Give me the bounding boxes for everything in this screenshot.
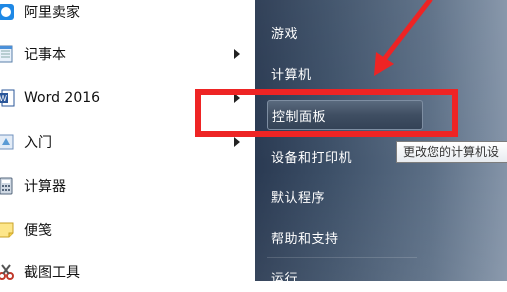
program-item-snipping-tool[interactable]: 截图工具 <box>0 254 250 290</box>
system-item-default-programs[interactable]: 默认程序 <box>271 181 431 211</box>
menu-divider <box>267 92 417 93</box>
system-item-games[interactable]: 游戏 <box>271 17 431 47</box>
program-label: 入门 <box>24 135 52 151</box>
system-item-run[interactable]: 运行 <box>271 262 431 292</box>
system-item-label: 游戏 <box>271 26 299 42</box>
notepad-icon <box>0 44 16 64</box>
program-label: 截图工具 <box>24 265 80 281</box>
program-label: 阿里卖家 <box>24 5 80 21</box>
getting-started-icon <box>0 132 16 152</box>
programs-pane: 阿里卖家 记事本 W Word 2016 入门 计算器 便笺 截图工具 <box>0 0 255 281</box>
snipping-tool-icon <box>0 262 16 282</box>
submenu-arrow-icon <box>234 49 240 59</box>
svg-text:W: W <box>0 94 7 103</box>
program-label: 计算器 <box>24 179 66 195</box>
system-item-label: 控制面板 <box>272 109 327 125</box>
program-item-getting-started[interactable]: 入门 <box>0 124 250 160</box>
program-item-aliwangwang[interactable]: 阿里卖家 <box>0 0 250 30</box>
submenu-arrow-icon <box>234 93 240 103</box>
system-item-computer[interactable]: 计算机 <box>271 58 431 88</box>
calculator-icon <box>0 176 16 196</box>
program-label: Word 2016 <box>24 90 101 106</box>
submenu-arrow-icon <box>234 137 240 147</box>
system-item-help-support[interactable]: 帮助和支持 <box>271 222 431 252</box>
program-item-calculator[interactable]: 计算器 <box>0 168 250 204</box>
system-item-label: 设备和打印机 <box>271 150 353 166</box>
aliwangwang-icon <box>0 2 16 22</box>
menu-divider <box>267 257 417 258</box>
program-item-notepad[interactable]: 记事本 <box>0 36 250 72</box>
program-item-sticky-notes[interactable]: 便笺 <box>0 212 250 248</box>
word-icon: W <box>0 88 16 108</box>
program-label: 便笺 <box>24 223 52 239</box>
system-item-label: 运行 <box>271 271 299 287</box>
control-panel-tooltip: 更改您的计算机设 <box>396 141 507 163</box>
system-item-label: 计算机 <box>271 67 312 83</box>
system-item-label: 默认程序 <box>271 190 326 206</box>
system-item-control-panel[interactable]: 控制面板 <box>267 100 423 130</box>
program-item-word[interactable]: W Word 2016 <box>0 80 250 116</box>
system-item-label: 帮助和支持 <box>271 231 339 247</box>
sticky-notes-icon <box>0 220 16 240</box>
program-label: 记事本 <box>24 47 66 63</box>
